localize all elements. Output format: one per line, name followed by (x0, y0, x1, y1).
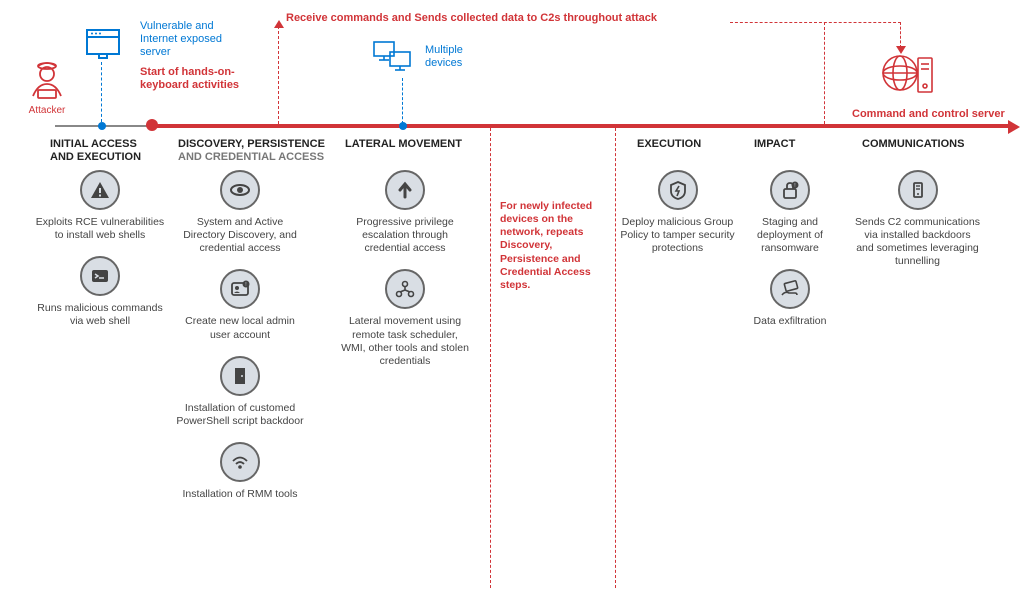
col-head-lateral: LATERAL MOVEMENT (345, 138, 462, 151)
browser-window-icon (85, 28, 121, 60)
item: ! Create new local admin user account (175, 269, 305, 341)
col-head-impact: IMPACT (754, 138, 795, 151)
repeat-note: For newly infected devices on the networ… (500, 200, 610, 292)
item-text: Exploits RCE vulnerabilities to install … (35, 216, 165, 242)
item-text: Installation of customed PowerShell scri… (175, 402, 305, 428)
devices-dash (402, 78, 403, 124)
item-text: Create new local admin user account (175, 315, 305, 341)
col-exec: Deploy malicious Group Policy to tamper … (620, 170, 735, 269)
col-comm: Sends C2 communications via installed ba… (855, 170, 980, 283)
col-initial: Exploits RCE vulnerabilities to install … (35, 170, 165, 343)
terminal-icon (80, 256, 120, 296)
item: Exploits RCE vulnerabilities to install … (35, 170, 165, 242)
hand-card-icon (770, 269, 810, 309)
item: Data exfiltration (735, 269, 845, 328)
c2-server-label: Command and control server (852, 108, 1005, 120)
warning-triangle-icon (80, 170, 120, 210)
col-head-text-2: AND EXECUTION (50, 151, 141, 163)
c2-flow-label: Receive commands and Sends collected dat… (286, 12, 726, 25)
server-label: Vulnerable and Internet exposed server (140, 20, 250, 60)
eye-icon (220, 170, 260, 210)
col-head-text: DISCOVERY, PERSISTENCE (178, 138, 325, 150)
c2-dash-right (900, 22, 901, 48)
item-text: Sends C2 communications via installed ba… (855, 216, 980, 269)
col-head-initial: INITIAL ACCESS AND EXECUTION (50, 138, 170, 164)
item-text: Installation of RMM tools (175, 488, 305, 501)
item: Lateral movement using remote task sched… (340, 269, 470, 368)
globe-server-icon (878, 48, 938, 98)
c2-dash-top (730, 22, 901, 23)
col-head-sub: AND CREDENTIAL ACCESS (178, 151, 338, 164)
svg-text:!: ! (794, 183, 795, 189)
attacker-label: Attacker (22, 105, 72, 116)
item-text: System and Active Directory Discovery, a… (175, 216, 305, 255)
item-text: Deploy malicious Group Policy to tamper … (620, 216, 735, 255)
c2-server-node (878, 48, 938, 101)
attacker-node: Attacker (22, 54, 72, 116)
attack-chain-diagram: Attacker Vulnerable and Internet exposed… (0, 0, 1024, 604)
shield-bolt-icon (658, 170, 698, 210)
network-nodes-icon (385, 269, 425, 309)
item: Installation of RMM tools (175, 442, 305, 501)
item: ! Staging and deployment of ransomware (735, 170, 845, 255)
server-dash (101, 62, 102, 122)
timeline-main (150, 124, 1010, 128)
svg-text:!: ! (245, 282, 246, 288)
arrow-up-icon (385, 170, 425, 210)
item: Progressive privilege escalation through… (340, 170, 470, 255)
col-discovery: System and Active Directory Discovery, a… (175, 170, 305, 515)
phase-sep-1 (490, 128, 491, 588)
timeline-server-dot (98, 122, 106, 130)
item-text: Progressive privilege escalation through… (340, 216, 470, 255)
devices-node (370, 38, 416, 79)
col-impact: ! Staging and deployment of ransomware D… (735, 170, 845, 343)
item: Runs malicious commands via web shell (35, 256, 165, 328)
item: Installation of customed PowerShell scri… (175, 356, 305, 428)
item: Sends C2 communications via installed ba… (855, 170, 980, 269)
item-text: Lateral movement using remote task sched… (340, 315, 470, 368)
lock-alert-icon: ! (770, 170, 810, 210)
item: System and Active Directory Discovery, a… (175, 170, 305, 255)
door-icon (220, 356, 260, 396)
c2-dash-left (278, 26, 279, 124)
user-badge-icon: ! (220, 269, 260, 309)
timeline-arrowhead (1008, 120, 1020, 134)
server-node (85, 28, 121, 63)
phase-sep-2 (615, 128, 616, 588)
c2-dash-mid (824, 22, 825, 124)
item-text: Data exfiltration (735, 315, 845, 328)
col-head-text: INITIAL ACCESS (50, 138, 137, 150)
wifi-icon (220, 442, 260, 482)
start-hands-on-label: Start of hands-on-keyboard activities (140, 66, 270, 92)
timeline-start (146, 119, 158, 131)
col-lateral: Progressive privilege escalation through… (340, 170, 470, 382)
multiple-devices-icon (370, 38, 416, 76)
item-text: Staging and deployment of ransomware (735, 216, 845, 255)
devices-label: Multiple devices (425, 44, 495, 70)
c2-arrow-down (896, 46, 906, 54)
timeline-devices-dot (399, 122, 407, 130)
col-head-comm: COMMUNICATIONS (862, 138, 964, 151)
server-comm-icon (898, 170, 938, 210)
item: Deploy malicious Group Policy to tamper … (620, 170, 735, 255)
c2-arrow-up (274, 20, 284, 28)
attacker-icon (24, 54, 70, 100)
item-text: Runs malicious commands via web shell (35, 302, 165, 328)
col-head-exec: EXECUTION (637, 138, 701, 151)
col-head-discovery: DISCOVERY, PERSISTENCE AND CREDENTIAL AC… (178, 138, 338, 164)
